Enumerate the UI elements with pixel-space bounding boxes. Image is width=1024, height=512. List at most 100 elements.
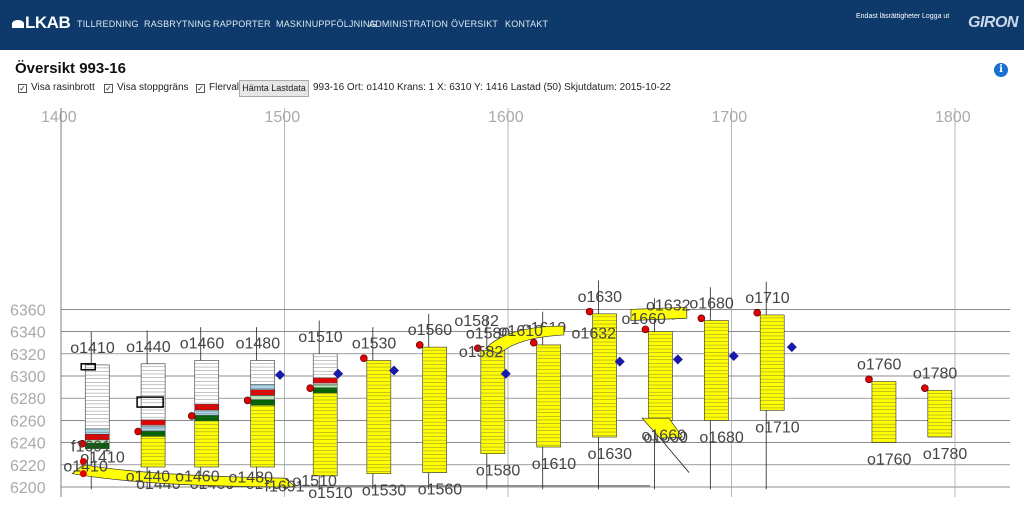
drift-loaded-section[interactable] bbox=[312, 390, 338, 477]
info-icon[interactable]: i bbox=[994, 63, 1008, 77]
drift-status-band bbox=[194, 404, 219, 411]
y-tick-label: 6240 bbox=[10, 436, 46, 453]
drift-loaded-section[interactable] bbox=[927, 390, 953, 438]
x-tick-label: 1500 bbox=[265, 109, 301, 126]
drift-label-top: o1510 bbox=[298, 329, 343, 346]
logo-text: LKAB bbox=[25, 13, 71, 32]
drift-label-bottom: o1710 bbox=[755, 419, 800, 436]
giron-logo: GIRON bbox=[968, 14, 1018, 31]
top-navigation-bar: LKAB TILLREDNING RASBRYTNING RAPPORTER M… bbox=[0, 0, 1024, 50]
drift-label-top: o1710 bbox=[745, 290, 790, 307]
drift-label-top: o1780 bbox=[913, 365, 958, 382]
drift-label: o1632 bbox=[572, 325, 617, 342]
drift-loaded-section[interactable] bbox=[366, 360, 392, 474]
drift-label-top: o1440 bbox=[126, 339, 171, 356]
drift-label: o1582 bbox=[454, 313, 499, 330]
drift-status-band bbox=[140, 430, 166, 437]
drift-status-band bbox=[194, 415, 219, 422]
drift-label: o1582 bbox=[459, 344, 504, 361]
checkbox-flerval[interactable]: ✓ Flerval bbox=[196, 82, 239, 93]
start-marker[interactable] bbox=[243, 396, 252, 405]
menu-rasbrytning[interactable]: RASBRYTNING bbox=[144, 19, 211, 29]
drift-label: o1510 bbox=[292, 473, 337, 490]
y-tick-label: 6200 bbox=[10, 480, 46, 497]
y-tick-label: 6360 bbox=[10, 302, 46, 319]
logo-mark-icon bbox=[12, 20, 24, 28]
drift-label-top: o1760 bbox=[857, 357, 902, 374]
checkbox-checked-icon[interactable]: ✓ bbox=[196, 84, 205, 93]
start-marker[interactable] bbox=[865, 375, 873, 384]
stop-marker[interactable] bbox=[786, 342, 797, 353]
y-tick-label: 6260 bbox=[10, 413, 46, 430]
checkbox-visa-stoppgrans[interactable]: ✓ Visa stoppgräns bbox=[104, 82, 189, 93]
checkbox-checked-icon[interactable]: ✓ bbox=[104, 84, 113, 93]
drift-label-bottom: o1610 bbox=[532, 456, 577, 473]
start-marker[interactable] bbox=[753, 308, 762, 317]
drift-label: o1660 bbox=[621, 311, 666, 328]
menu-oversikt[interactable]: ÖVERSIKT bbox=[451, 19, 498, 29]
drift-label: o1410 bbox=[63, 458, 108, 475]
x-tick-label: 1400 bbox=[41, 109, 77, 126]
drift-label: o1660 bbox=[642, 427, 687, 444]
drift-label-bottom: o1560 bbox=[418, 482, 463, 499]
menu-rapporter[interactable]: RAPPORTER bbox=[213, 19, 271, 29]
drift-label-bottom: o1630 bbox=[588, 446, 633, 463]
overview-chart[interactable]: 6200 6220 6240 6260 6280 6300 6320 6340 6360 1400… bbox=[0, 100, 1024, 512]
y-tick-label: 6220 bbox=[10, 458, 46, 475]
drift-loaded-section[interactable] bbox=[250, 402, 275, 468]
drift-status-band bbox=[85, 428, 110, 435]
start-marker[interactable] bbox=[585, 307, 594, 316]
drift-label-top: o1530 bbox=[352, 335, 397, 352]
readonly-label: Endast läsrättigheter bbox=[856, 13, 921, 20]
drift-label-top: o1480 bbox=[236, 335, 281, 352]
start-marker[interactable] bbox=[697, 314, 706, 323]
start-marker[interactable] bbox=[306, 384, 315, 393]
stop-marker[interactable] bbox=[275, 369, 286, 380]
y-tick-label: 6300 bbox=[10, 369, 46, 386]
drift-label-bottom: o1530 bbox=[362, 483, 407, 500]
drift-loaded-section[interactable] bbox=[759, 314, 785, 411]
drift-loaded-section[interactable] bbox=[480, 350, 506, 455]
menu-kontakt[interactable]: KONTAKT bbox=[505, 19, 548, 29]
drift-status-band bbox=[250, 399, 275, 406]
drift-label-top: o1680 bbox=[689, 296, 734, 313]
start-marker[interactable] bbox=[921, 384, 929, 393]
drift-loaded-section[interactable] bbox=[871, 381, 897, 443]
drift-label-top: o1410 bbox=[70, 340, 115, 357]
y-tick-label: 6320 bbox=[10, 347, 46, 364]
drift-loaded-section[interactable] bbox=[648, 331, 673, 421]
checkbox-checked-icon[interactable]: ✓ bbox=[18, 84, 27, 93]
logout-link[interactable]: Logga ut bbox=[922, 13, 949, 20]
drift-label: o1440 bbox=[126, 468, 171, 485]
drift-loaded-section[interactable] bbox=[422, 346, 448, 473]
checkbox-visa-rasinbrott[interactable]: ✓ Visa rasinbrott bbox=[18, 82, 95, 93]
y-tick-label: 6280 bbox=[10, 391, 46, 408]
drift-label: o1610 bbox=[499, 323, 544, 340]
status-text: 993-16 Ort: o1410 Krans: 1 X: 6310 Y: 14… bbox=[313, 82, 671, 93]
drift-label-f1691: f1691 bbox=[71, 438, 111, 455]
drift-label-top: o1460 bbox=[180, 335, 225, 352]
checkbox-label: Flerval bbox=[209, 82, 240, 93]
start-marker[interactable] bbox=[415, 341, 424, 349]
drift-label: o1480 bbox=[229, 470, 274, 487]
menu-administration[interactable]: ADMINISTRATION bbox=[369, 19, 448, 29]
page-title: Översikt 993-16 bbox=[15, 60, 126, 77]
x-tick-label: 1600 bbox=[488, 109, 524, 126]
start-marker[interactable] bbox=[529, 338, 538, 347]
drift-status-band bbox=[250, 389, 275, 396]
drift-status-band bbox=[313, 387, 338, 394]
drift-label-bottom: o1780 bbox=[923, 446, 968, 463]
stop-marker[interactable] bbox=[728, 351, 739, 362]
menu-maskinuppfoljning[interactable]: MASKINUPPFÖLJNING bbox=[276, 19, 377, 29]
start-marker[interactable] bbox=[134, 427, 142, 436]
fetch-loaddata-button[interactable]: Hämta Lastdata bbox=[239, 80, 309, 97]
drift-label: o1460 bbox=[175, 468, 220, 485]
start-marker[interactable] bbox=[187, 412, 196, 420]
drift-label-bottom: o1680 bbox=[699, 429, 744, 446]
stop-marker[interactable] bbox=[672, 354, 683, 365]
menu-tillredning[interactable]: TILLREDNING bbox=[77, 19, 139, 29]
drift-loaded-section[interactable] bbox=[536, 344, 562, 448]
drift-label-top: o1560 bbox=[408, 322, 453, 339]
start-marker[interactable] bbox=[360, 354, 368, 363]
lkab-logo[interactable]: LKAB bbox=[12, 13, 71, 33]
